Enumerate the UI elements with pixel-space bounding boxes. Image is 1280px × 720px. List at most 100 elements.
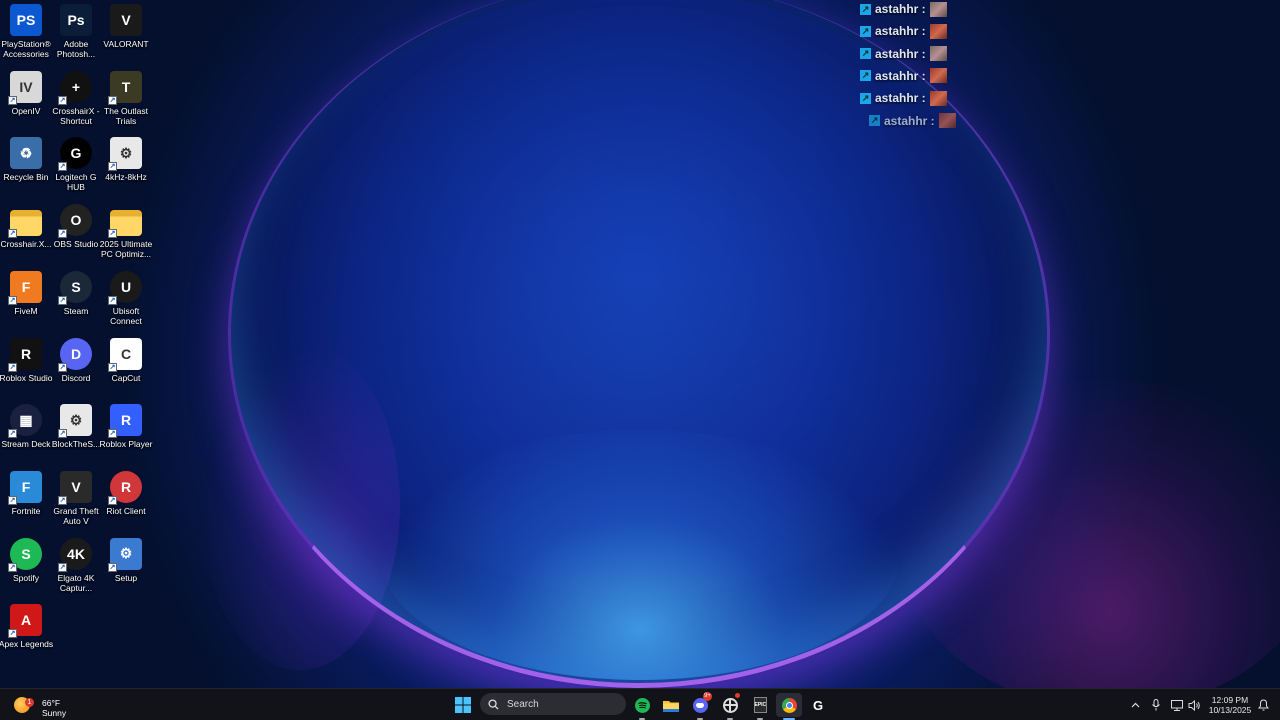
- desktop-icon[interactable]: U ↗ Ubisoft Connect: [100, 270, 152, 335]
- feed-thumbnail: [929, 1, 947, 17]
- shortcut-arrow-icon: ↗: [8, 229, 17, 239]
- ubisoft-connect-icon: U ↗: [108, 270, 142, 305]
- desktop-icon-label: OpenIV: [11, 105, 41, 116]
- shortcut-arrow-icon: ↗: [8, 495, 17, 505]
- desktop-icon-label: CrosshairX - Shortcut: [52, 105, 100, 126]
- desktop-icon[interactable]: ▦ ↗ Stream Deck: [0, 404, 52, 468]
- desktop-icon[interactable]: Ps Adobe Photosh...: [50, 4, 102, 68]
- folder-icon: ↗: [8, 210, 42, 239]
- network-tray[interactable]: [1170, 693, 1184, 717]
- desktop-icon[interactable]: 4K ↗ Elgato 4K Captur...: [50, 537, 102, 602]
- taskbar-search-box[interactable]: Search: [480, 693, 626, 715]
- gta-v-icon: V ↗: [58, 470, 92, 505]
- desktop-icon[interactable]: F ↗ Fortnite: [0, 470, 52, 535]
- shortcut-arrow-icon: ↗: [58, 495, 67, 505]
- desktop-icon[interactable]: ♻ Recycle Bin: [0, 137, 52, 201]
- taskbar-crosshairx[interactable]: [720, 693, 740, 720]
- feed-thumbnail: [938, 113, 956, 128]
- taskbar-clock[interactable]: 12:09 PM 10/13/2025: [1206, 693, 1254, 717]
- feed-tag-icon: ↗: [860, 3, 871, 15]
- desktop-icon[interactable]: ↗ Crosshair.X...: [0, 204, 52, 268]
- desktop-icon[interactable]: A ↗ Apex Legends: [0, 604, 54, 668]
- roblox-player-icon: R ↗: [108, 404, 142, 439]
- weather-widget[interactable]: 1 66°F Sunny: [8, 693, 78, 718]
- desktop-icon-label: Discord: [61, 372, 91, 383]
- desktop-icon-label: Roblox Studio: [0, 372, 53, 383]
- desktop-icon[interactable]: IV ↗ OpenIV: [0, 70, 52, 135]
- microphone-tray[interactable]: [1150, 693, 1162, 717]
- windows-start-icon: [455, 697, 471, 713]
- feed-username: astahhr :: [884, 113, 935, 128]
- capcut-icon: C ↗: [108, 337, 142, 372]
- desktop-icon[interactable]: F ↗ FiveM: [0, 270, 52, 335]
- feed-username: astahhr :: [875, 2, 926, 16]
- elgato-4k-capture-icon: 4K ↗: [58, 537, 92, 572]
- feed-row: ↗ astahhr :: [860, 0, 947, 18]
- desktop-icon[interactable]: R ↗ Roblox Studio: [0, 337, 53, 402]
- desktop-icon-label: VALORANT: [103, 39, 149, 49]
- taskbar-spotify[interactable]: [632, 693, 652, 720]
- shortcut-arrow-icon: ↗: [58, 295, 67, 305]
- desktop-icon-label: Recycle Bin: [3, 172, 49, 183]
- desktop-icon[interactable]: D ↗ Discord: [50, 337, 102, 402]
- spotify-icon: S ↗: [8, 537, 42, 572]
- desktop-icon[interactable]: PS PlayStation® Accessories: [0, 4, 52, 68]
- desktop-icon[interactable]: S ↗ Spotify: [0, 537, 52, 602]
- folder-icon: ↗: [108, 210, 142, 239]
- desktop-icon[interactable]: ⚙ ↗ Setup: [100, 537, 152, 602]
- desktop-icon[interactable]: O ↗ OBS Studio: [50, 204, 102, 268]
- feed-row: ↗ astahhr :: [860, 89, 947, 107]
- notification-center-button[interactable]: [1256, 693, 1270, 717]
- desktop-icon[interactable]: R ↗ Riot Client: [100, 470, 152, 535]
- desktop-icon[interactable]: ⚙ ↗ BlockTheS...: [50, 404, 102, 468]
- desktop-icon[interactable]: V ↗ Grand Theft Auto V: [50, 470, 102, 535]
- feed-thumbnail: [929, 90, 947, 106]
- shortcut-arrow-icon: ↗: [58, 562, 67, 572]
- start-button[interactable]: [452, 693, 474, 717]
- feed-username: astahhr :: [875, 91, 926, 106]
- desktop-icon[interactable]: T ↗ The Outlast Trials: [100, 70, 152, 135]
- desktop-icon[interactable]: R ↗ Roblox Player: [100, 404, 152, 468]
- speaker-icon: [1188, 699, 1200, 711]
- feed-row: ↗ astahhr :: [860, 67, 947, 85]
- taskbar-epic-games[interactable]: EPIC: [750, 693, 770, 720]
- desktop-icon-label: Adobe Photosh...: [56, 39, 96, 59]
- taskbar-logitech-g-hub[interactable]: G: [808, 693, 828, 717]
- desktop-icon[interactable]: ⚙ ↗ 4kHz-8kHz: [100, 137, 152, 201]
- clock-date: 10/13/2025: [1208, 705, 1252, 715]
- sun-icon: 1: [14, 697, 34, 713]
- fortnite-icon: F ↗: [8, 470, 42, 505]
- shortcut-arrow-icon: ↗: [8, 295, 17, 305]
- shortcut-arrow-icon: ↗: [8, 562, 17, 572]
- show-hidden-icons-button[interactable]: [1128, 693, 1142, 717]
- shortcut-arrow-icon: ↗: [108, 162, 117, 172]
- desktop-icon-label: Apex Legends: [0, 639, 54, 650]
- desktop-icon[interactable]: S ↗ Steam: [50, 270, 102, 335]
- desktop-icon-label: Setup: [114, 572, 138, 583]
- setup-icon: ⚙ ↗: [108, 537, 142, 572]
- desktop[interactable]: PS PlayStation® Accessories Ps Adobe Photos…: [0, 0, 1280, 688]
- photoshop-icon: Ps: [60, 4, 92, 36]
- crosshairx-icon: [722, 697, 738, 713]
- shortcut-arrow-icon: ↗: [58, 162, 67, 172]
- desktop-icon[interactable]: G ↗ Logitech G HUB: [50, 137, 102, 201]
- apex-legends-icon: A ↗: [8, 604, 42, 639]
- desktop-icon[interactable]: ↗ 2025 Ultimate PC Optimiz...: [100, 204, 152, 268]
- taskbar-chrome[interactable]: [776, 693, 802, 720]
- epic-games-icon: EPIC: [753, 697, 767, 713]
- desktop-icon-label: Ubisoft Connect: [110, 305, 142, 326]
- desktop-icon[interactable]: C ↗ CapCut: [100, 337, 152, 402]
- desktop-icon[interactable]: + ↗ CrosshairX - Shortcut: [50, 70, 102, 135]
- shortcut-arrow-icon: ↗: [58, 362, 67, 372]
- desktop-icon-label: Riot Client: [106, 505, 146, 516]
- file-explorer-icon: [663, 700, 679, 712]
- feed-thumbnail: [929, 68, 947, 84]
- taskbar-discord[interactable]: 9+: [690, 692, 712, 720]
- settings-file-icon: ⚙ ↗: [58, 404, 92, 439]
- volume-tray[interactable]: [1187, 693, 1201, 717]
- desktop-icon[interactable]: V VALORANT: [100, 4, 152, 68]
- taskbar-file-explorer[interactable]: [661, 693, 681, 717]
- roblox-studio-icon: R ↗: [8, 337, 42, 372]
- shortcut-arrow-icon: ↗: [108, 295, 117, 305]
- desktop-icon-label: FiveM: [14, 305, 38, 316]
